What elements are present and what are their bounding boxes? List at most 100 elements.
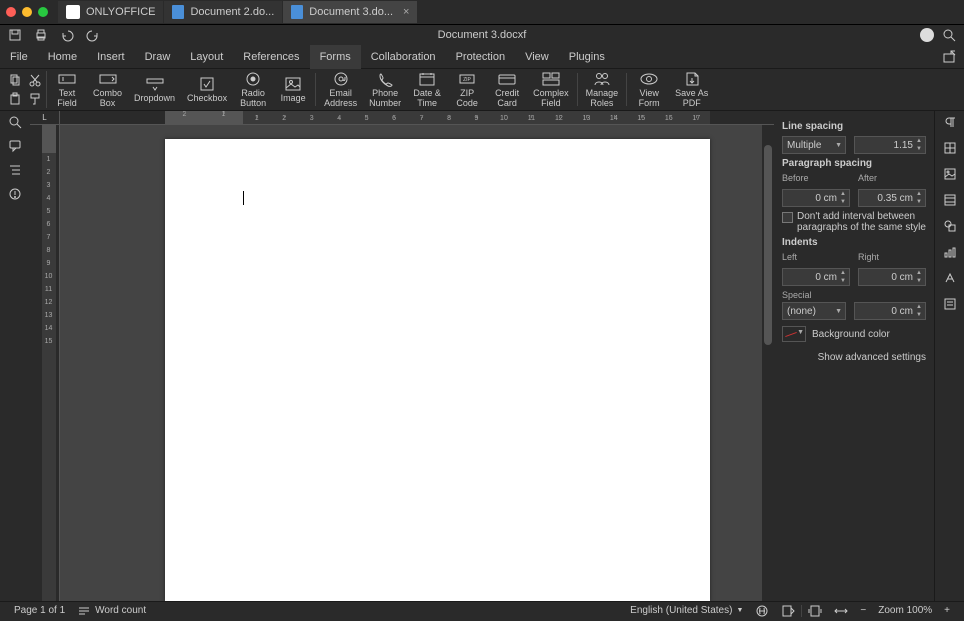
form-settings-icon[interactable]: [943, 297, 957, 311]
scrollbar-thumb[interactable]: [764, 145, 772, 345]
chevron-down-icon: ▼: [835, 308, 842, 315]
complex-field-button[interactable]: Complex Field: [527, 71, 575, 108]
document-tab-1-label: Document 3.do...: [309, 6, 393, 18]
no-interval-checkbox[interactable]: Don't add interval between paragraphs of…: [782, 211, 926, 233]
fit-width-icon[interactable]: [834, 604, 848, 618]
redo-icon[interactable]: [86, 28, 100, 42]
background-color-picker[interactable]: ▼: [782, 326, 806, 342]
close-window-icon[interactable]: [6, 7, 16, 17]
right-toolbar: [934, 111, 964, 601]
text-field-button[interactable]: Text Field: [47, 71, 87, 108]
paragraph-spacing-header: Paragraph spacing: [782, 158, 926, 169]
comments-icon[interactable]: [8, 139, 22, 153]
background-color-label: Background color: [812, 329, 890, 340]
menu-references[interactable]: References: [233, 45, 309, 69]
menu-layout[interactable]: Layout: [180, 45, 233, 69]
spacing-before-input[interactable]: 0 cm▲▼: [782, 189, 850, 207]
line-spacing-mode-select[interactable]: Multiple▼: [782, 136, 846, 154]
text-cursor: [243, 191, 244, 205]
undo-icon[interactable]: [60, 28, 74, 42]
credit-card-button[interactable]: Credit Card: [487, 71, 527, 108]
combo-box-button[interactable]: Combo Box: [87, 71, 128, 108]
vertical-ruler[interactable]: 123456789101112131415: [30, 125, 60, 601]
headings-icon[interactable]: [8, 163, 22, 177]
horizontal-ruler[interactable]: 21 1234567891011121314151617: [60, 111, 774, 125]
vertical-scrollbar[interactable]: [762, 125, 774, 601]
cut-icon[interactable]: [28, 73, 42, 87]
menu-protection[interactable]: Protection: [446, 45, 516, 69]
page-indicator[interactable]: Page 1 of 1: [8, 605, 71, 616]
open-location-icon[interactable]: [942, 50, 956, 64]
zip-code-button[interactable]: ZIPZIP Code: [447, 71, 487, 108]
search-icon[interactable]: [942, 28, 956, 42]
document-page[interactable]: [165, 139, 710, 601]
spellcheck-icon[interactable]: [755, 604, 769, 618]
show-advanced-settings-link[interactable]: Show advanced settings: [782, 352, 926, 363]
menu-draw[interactable]: Draw: [135, 45, 181, 69]
menu-forms[interactable]: Forms: [310, 45, 361, 69]
user-avatar-icon[interactable]: [920, 28, 934, 42]
save-icon[interactable]: [8, 28, 22, 42]
word-count-button[interactable]: Word count: [71, 604, 152, 618]
minimize-window-icon[interactable]: [22, 7, 32, 17]
indent-left-label: Left: [782, 252, 850, 262]
document-title: Document 3.docxf: [0, 29, 964, 41]
document-area[interactable]: L 21 1234567891011121314151617 123456789…: [30, 111, 774, 601]
indent-right-input[interactable]: 0 cm▲▼: [858, 268, 926, 286]
email-address-button[interactable]: Email Address: [318, 71, 363, 108]
menu-view[interactable]: View: [515, 45, 559, 69]
radio-button-button[interactable]: Radio Button: [233, 71, 273, 108]
app-home-tab-label: ONLYOFFICE: [86, 6, 155, 18]
close-tab-icon[interactable]: ×: [403, 6, 409, 18]
text-art-settings-icon[interactable]: [943, 271, 957, 285]
language-selector[interactable]: English (United States) ▼: [624, 605, 749, 616]
chart-settings-icon[interactable]: [943, 245, 957, 259]
paragraph-settings-icon[interactable]: [943, 115, 957, 129]
format-painter-icon[interactable]: [28, 92, 42, 106]
line-spacing-value-input[interactable]: 1.15▲▼: [854, 136, 926, 154]
status-bar: Page 1 of 1 Word count English (United S…: [0, 601, 964, 619]
menu-collaboration[interactable]: Collaboration: [361, 45, 446, 69]
search-icon[interactable]: [8, 115, 22, 129]
image-field-button[interactable]: Image: [273, 71, 313, 108]
print-icon[interactable]: [34, 28, 48, 42]
ruler-corner[interactable]: L: [30, 111, 60, 125]
menu-insert[interactable]: Insert: [87, 45, 135, 69]
document-icon: [291, 5, 303, 19]
zoom-out-button[interactable]: −: [854, 605, 872, 616]
shape-settings-icon[interactable]: [943, 219, 957, 233]
special-indent-by-input[interactable]: 0 cm▲▼: [854, 302, 926, 320]
window-controls[interactable]: [6, 7, 48, 17]
document-tab-1[interactable]: Document 3.do... ×: [283, 1, 417, 23]
track-changes-icon[interactable]: [781, 604, 795, 618]
dropdown-button[interactable]: Dropdown: [128, 71, 181, 108]
fit-page-icon[interactable]: [808, 604, 822, 618]
feedback-icon[interactable]: [8, 187, 22, 201]
app-home-tab[interactable]: ONLYOFFICE: [58, 1, 163, 23]
checkbox-button[interactable]: Checkbox: [181, 71, 233, 108]
left-toolbar: [0, 111, 30, 601]
special-indent-select[interactable]: (none)▼: [782, 302, 846, 320]
table-settings-icon[interactable]: [943, 141, 957, 155]
copy-icon[interactable]: [8, 73, 22, 87]
document-tab-0[interactable]: Document 2.do...: [164, 1, 282, 23]
onlyoffice-logo-icon: [66, 5, 80, 19]
menu-home[interactable]: Home: [38, 45, 87, 69]
paste-icon[interactable]: [8, 92, 22, 106]
chevron-down-icon: ▼: [835, 142, 842, 149]
zoom-level[interactable]: Zoom 100%: [872, 605, 938, 616]
menu-plugins[interactable]: Plugins: [559, 45, 615, 69]
chevron-down-icon: ▼: [736, 607, 743, 614]
menu-file[interactable]: File: [0, 45, 38, 69]
view-form-button[interactable]: View Form: [629, 71, 669, 108]
date-time-button[interactable]: Date & Time: [407, 71, 447, 108]
manage-roles-button[interactable]: Manage Roles: [580, 71, 625, 108]
spacing-after-input[interactable]: 0.35 cm▲▼: [858, 189, 926, 207]
save-as-pdf-button[interactable]: Save As PDF: [669, 71, 714, 108]
header-footer-settings-icon[interactable]: [943, 193, 957, 207]
zoom-in-button[interactable]: +: [938, 605, 956, 616]
indent-left-input[interactable]: 0 cm▲▼: [782, 268, 850, 286]
maximize-window-icon[interactable]: [38, 7, 48, 17]
phone-number-button[interactable]: Phone Number: [363, 71, 407, 108]
image-settings-icon[interactable]: [943, 167, 957, 181]
